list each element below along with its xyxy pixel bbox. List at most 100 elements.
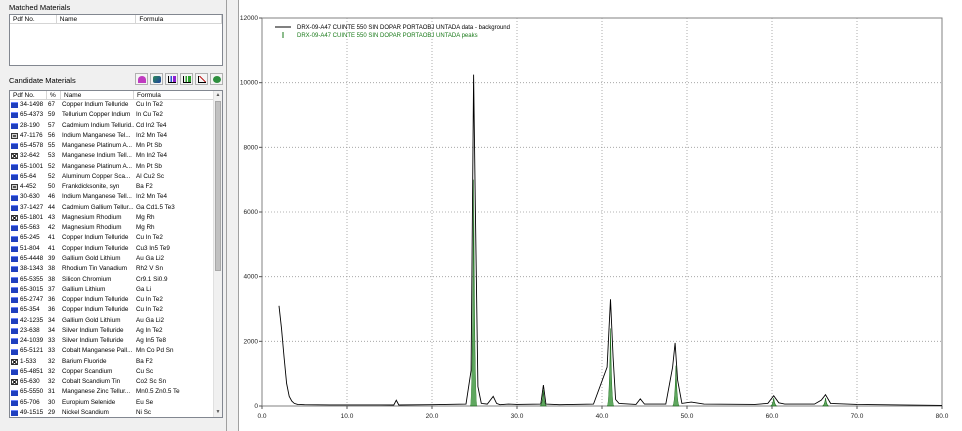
folder-icon bbox=[11, 245, 18, 252]
left-panel: Matched Materials Pdf No. Name Formula C… bbox=[0, 0, 227, 431]
panel-splitter[interactable] bbox=[227, 0, 239, 431]
table-row[interactable]: 51-804 41 Copper Indium Telluride Cu3 In5 T… bbox=[10, 244, 222, 254]
cell-name: Tellurium Copper Indium bbox=[62, 111, 131, 119]
cell-name: Silicon Chromium bbox=[62, 275, 112, 283]
chart-svg: 0.0 10.0 20.0 30.0 40.0 50.0 60.0 70.0 80.0 0 2000… bbox=[240, 15, 949, 420]
table-row[interactable]: 65-563 42 Magnesium Rhodium Mg Rh bbox=[10, 223, 222, 233]
x-tick-label: 30.0 bbox=[511, 413, 524, 420]
table-row[interactable]: 65-5550 31 Manganese Zinc Tellur... Mn0.5 Z… bbox=[10, 387, 222, 397]
candidate-toolbar bbox=[135, 73, 223, 85]
table-row[interactable]: 65-64 52 Aluminum Copper Sca... Al Cu2 Sc bbox=[10, 172, 222, 182]
cell-percent: 57 bbox=[48, 121, 56, 129]
diffractogram-chart[interactable]: 0.0 10.0 20.0 30.0 40.0 50.0 60.0 70.0 80.0 0 2000… bbox=[239, 0, 962, 431]
folder-icon bbox=[11, 327, 18, 334]
folder-icon bbox=[11, 317, 18, 324]
x-tick-label: 60.0 bbox=[766, 413, 779, 420]
cell-name: Manganese Platinum A... bbox=[62, 142, 133, 150]
cell-formula: Cu In Te2 bbox=[136, 306, 163, 314]
table-row[interactable]: 37-1427 44 Cadmium Gallium Tellur... Ga Cd1… bbox=[10, 203, 222, 213]
table-row[interactable]: 1-533 32 Barium Fluoride Ba F2 bbox=[10, 357, 222, 367]
table-row[interactable]: 65-1801 43 Magnesium Rhodium Mg Rh bbox=[10, 213, 222, 223]
cell-percent: 50 bbox=[48, 183, 56, 191]
pdf-number: 37-1427 bbox=[20, 203, 44, 211]
cell-name: Silver Indium Telluride bbox=[62, 326, 124, 334]
pdf-number: 65-5355 bbox=[20, 275, 44, 283]
table-row[interactable]: 65-706 30 Europium Selenide Eu Se bbox=[10, 398, 222, 408]
bar-chart-icon[interactable] bbox=[165, 73, 178, 85]
table-row[interactable]: 34-1498 67 Copper Indium Telluride Cu In Te… bbox=[10, 100, 222, 110]
cell-percent: 59 bbox=[48, 111, 56, 119]
col-pdf-no[interactable]: Pdf No. bbox=[10, 91, 47, 99]
cell-formula: In2 Mn Te4 bbox=[136, 193, 168, 201]
col-name[interactable]: Name bbox=[61, 91, 134, 99]
table-row[interactable]: 4-452 50 Frankdicksonite, syn Ba F2 bbox=[10, 182, 222, 192]
table-row[interactable]: 32-642 53 Manganese Indium Tell... Mn In2 T… bbox=[10, 151, 222, 161]
cell-name: Cobalt Scandium Tin bbox=[62, 378, 121, 386]
pdf-number: 47-1176 bbox=[20, 131, 43, 139]
col-name[interactable]: Name bbox=[57, 15, 137, 23]
cell-percent: 41 bbox=[48, 234, 56, 242]
cell-name: Magnesium Rhodium bbox=[62, 213, 122, 221]
table-row[interactable]: 65-4578 55 Manganese Platinum A... Mn Pt Sb bbox=[10, 141, 222, 151]
folder-icon bbox=[11, 256, 18, 263]
col-percent[interactable]: % bbox=[47, 91, 61, 99]
table-row[interactable]: 24-1039 33 Silver Indium Telluride Ag In5 T… bbox=[10, 336, 222, 346]
scroll-down-icon[interactable]: ▼ bbox=[214, 408, 222, 417]
table-row[interactable]: 65-5355 38 Silicon Chromium Cr9.1 Si0.9 bbox=[10, 275, 222, 285]
candidate-scrollbar[interactable]: ▲ ▼ bbox=[213, 91, 222, 417]
candidate-materials-list[interactable]: Pdf No. % Name Formula 34-1498 67 Copper I… bbox=[9, 90, 223, 418]
cell-pdf-no: 65-4373 bbox=[10, 110, 47, 120]
pdf-number: 42-1235 bbox=[20, 316, 44, 324]
cell-percent: 44 bbox=[48, 203, 56, 211]
folder-icon bbox=[11, 399, 18, 406]
table-row[interactable]: 65-354 36 Copper Indium Telluride Cu In Te2 bbox=[10, 305, 222, 315]
table-row[interactable]: 28-190 57 Cadmium Indium Tellurid... Cd In2… bbox=[10, 121, 222, 131]
pie-icon[interactable] bbox=[135, 73, 148, 85]
cell-percent: 42 bbox=[48, 224, 56, 232]
table-row[interactable]: 65-1001 52 Manganese Platinum A... Mn Pt Sb bbox=[10, 162, 222, 172]
cell-pdf-no: 24-1039 bbox=[10, 336, 47, 346]
col-formula[interactable]: Formula bbox=[134, 91, 216, 99]
cell-formula: Mn0.5 Zn0.5 Te bbox=[136, 388, 180, 396]
line-chart-icon[interactable] bbox=[195, 73, 208, 85]
cell-percent: 33 bbox=[48, 347, 56, 355]
table-row[interactable]: 38-1343 38 Rhodium Tin Vanadium Rh2 V Sn bbox=[10, 264, 222, 274]
table-row[interactable]: 65-4373 59 Tellurium Copper Indium In Cu Te… bbox=[10, 110, 222, 120]
bar-chart-green-icon[interactable] bbox=[180, 73, 193, 85]
cell-formula: Ga Cd1.5 Te3 bbox=[136, 203, 175, 211]
table-row[interactable]: 65-4851 32 Copper Scandium Cu Sc bbox=[10, 367, 222, 377]
table-row[interactable]: 30-630 46 Indium Manganese Tell... In2 Mn T… bbox=[10, 192, 222, 202]
table-row[interactable]: 65-245 41 Copper Indium Telluride Cu In Te2 bbox=[10, 233, 222, 243]
filter-icon[interactable] bbox=[210, 73, 223, 85]
cell-pdf-no: 65-3015 bbox=[10, 285, 47, 295]
col-pdf-no[interactable]: Pdf No. bbox=[10, 15, 57, 23]
table-row[interactable]: 42-1235 34 Gallium Gold Lithium Au Ga Li2 bbox=[10, 316, 222, 326]
folder-icon bbox=[11, 112, 18, 119]
table-row[interactable]: 65-5121 33 Cobalt Manganese Pall... Mn Co P… bbox=[10, 346, 222, 356]
table-row[interactable]: 49-1515 29 Nickel Scandium Ni Sc bbox=[10, 408, 222, 417]
table-row[interactable]: 65-4448 39 Gallium Gold Lithium Au Ga Li2 bbox=[10, 254, 222, 264]
table-row[interactable]: 65-2747 36 Copper Indium Telluride Cu In Te… bbox=[10, 295, 222, 305]
table-row[interactable]: 47-1176 56 Indium Manganese Tel... In2 Mn T… bbox=[10, 131, 222, 141]
cell-pdf-no: 38-1343 bbox=[10, 264, 47, 274]
matched-materials-list[interactable]: Pdf No. Name Formula bbox=[9, 14, 223, 66]
table-row[interactable]: 23-638 34 Silver Indium Telluride Ag In Te2 bbox=[10, 326, 222, 336]
pdf-number: 65-4373 bbox=[20, 111, 44, 119]
table-row[interactable]: 65-3015 37 Gallium Lithium Ga Li bbox=[10, 285, 222, 295]
x-tick-label: 70.0 bbox=[851, 413, 864, 420]
crossed-box-icon bbox=[11, 379, 18, 386]
cell-pdf-no: 65-64 bbox=[10, 172, 47, 182]
scroll-thumb[interactable] bbox=[215, 101, 221, 271]
scroll-up-icon[interactable]: ▲ bbox=[214, 91, 222, 100]
cell-name: Rhodium Tin Vanadium bbox=[62, 265, 127, 273]
pdf-number: 30-630 bbox=[20, 193, 40, 201]
cell-percent: 36 bbox=[48, 296, 56, 304]
pdf-number: 65-4851 bbox=[20, 367, 44, 375]
y-tick-label: 12000 bbox=[240, 15, 258, 22]
col-formula[interactable]: Formula bbox=[136, 15, 222, 23]
cell-formula: Au Ga Li2 bbox=[136, 316, 165, 324]
cell-pdf-no: 28-190 bbox=[10, 121, 47, 131]
table-row[interactable]: 65-630 32 Cobalt Scandium Tin Co2 Sc Sn bbox=[10, 377, 222, 387]
color-palette-icon[interactable] bbox=[150, 73, 163, 85]
legend-label-data: DRX-09-A47 CUINTE 550 SIN DOPAR PORTAOBJ… bbox=[297, 25, 510, 31]
